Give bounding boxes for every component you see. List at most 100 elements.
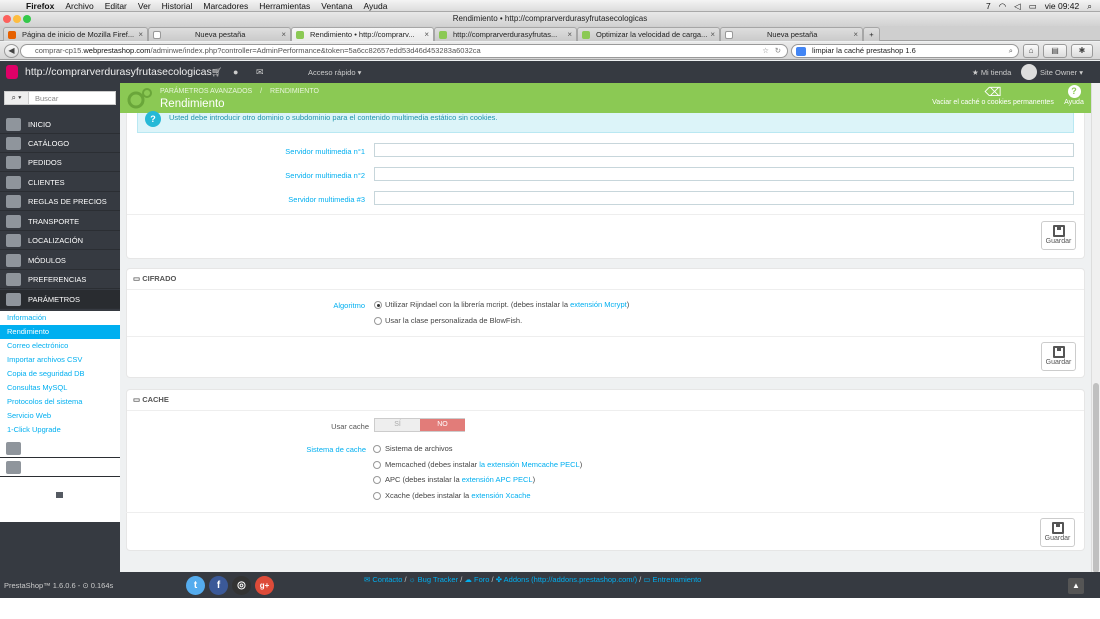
google-icon[interactable] <box>796 47 806 56</box>
github-icon[interactable]: ◎ <box>232 576 251 595</box>
volume-icon[interactable]: ◁ <box>1014 1 1021 12</box>
search-input[interactable]: Buscar <box>35 94 58 103</box>
wifi-icon[interactable]: ◠ <box>999 1 1006 12</box>
media-server-3-input[interactable] <box>374 191 1074 205</box>
footer-link-foro[interactable]: Foro <box>474 575 489 584</box>
reload-icon[interactable]: ↻ <box>775 45 781 57</box>
customer-icon[interactable]: ● <box>233 67 238 77</box>
use-cache-no[interactable]: NO <box>420 419 465 431</box>
site-url-link[interactable]: http://comprarverdurasyfrutasecologicas <box>25 66 212 78</box>
use-cache-switch[interactable]: SÍ NO <box>374 418 465 432</box>
save-cache-button[interactable]: Guardar <box>1040 518 1075 547</box>
prestashop-logo-icon[interactable] <box>6 65 18 79</box>
avatar[interactable] <box>1021 64 1037 80</box>
quick-access-dropdown[interactable]: Acceso rápido ▾ <box>308 68 361 77</box>
cache-filesystem-radio[interactable] <box>373 445 381 453</box>
menu-ver[interactable]: Ver <box>138 1 151 11</box>
cache-apc-radio[interactable] <box>373 476 381 484</box>
my-store-link[interactable]: ★ Mi tienda <box>972 68 1011 77</box>
sidebar-item-transporte[interactable]: TRANSPORTE <box>0 212 120 231</box>
sidebar-item-inicio[interactable]: INICIO <box>0 115 120 134</box>
apc-extension-link[interactable]: extensión APC PECL <box>462 475 533 484</box>
breadcrumb-parametros[interactable]: PARÁMETROS AVANZADOS <box>160 88 252 95</box>
url-bar[interactable]: comprar-cp15.webprestashop.com/adminwe/i… <box>20 44 788 58</box>
search-icon[interactable]: ⌕ <box>1009 45 1013 57</box>
sidebar-item-estadisticas[interactable]: ESTADÍSTICAS <box>0 458 120 477</box>
algorithm-blowfish-radio[interactable] <box>374 317 382 325</box>
close-tab-icon[interactable]: × <box>281 28 286 41</box>
owner-dropdown[interactable]: Site Owner ▾ <box>1040 68 1083 77</box>
menu-historial[interactable]: Historial <box>162 1 193 11</box>
mcrypt-extension-link[interactable]: extensión Mcrypt <box>570 300 627 309</box>
home-button[interactable]: ⌂ <box>1023 44 1039 58</box>
save-cipher-button[interactable]: Guardar <box>1041 342 1076 371</box>
cart-icon[interactable]: 🛒︎ <box>211 67 222 78</box>
sidebar-item-preferencias[interactable]: PREFERENCIAS <box>0 270 120 289</box>
menu-ventana[interactable]: Ventana <box>321 1 352 11</box>
sidebar-item-pedidos[interactable]: PEDIDOS <box>0 153 120 172</box>
twitter-icon[interactable]: t <box>186 576 205 595</box>
scrollbar-thumb[interactable] <box>1093 383 1099 573</box>
addons-button[interactable]: ✱ <box>1071 44 1093 58</box>
submenu-importar-csv[interactable]: Importar archivos CSV <box>0 353 120 367</box>
close-window-icon[interactable] <box>3 15 11 23</box>
footer-link-addons[interactable]: Addons (http://addons.prestashop.com/) <box>504 575 637 584</box>
zoom-window-icon[interactable] <box>23 15 31 23</box>
media-server-2-input[interactable] <box>374 167 1074 181</box>
scroll-to-top-button[interactable]: ▲ <box>1068 578 1084 594</box>
tab-new-2[interactable]: Nueva pestaña × <box>720 27 863 41</box>
tab-rendimiento[interactable]: Rendimiento • http://comprarv... × <box>291 27 434 41</box>
sidebar-item-clientes[interactable]: CLIENTES <box>0 173 120 192</box>
tab-optimizar[interactable]: Optimizar la velocidad de carga... × <box>577 27 720 41</box>
xcache-extension-link[interactable]: extensión Xcache <box>471 491 530 500</box>
media-server-1-input[interactable] <box>374 143 1074 157</box>
algorithm-rijndael-radio[interactable] <box>374 301 382 309</box>
save-media-button[interactable]: Guardar <box>1041 221 1076 250</box>
page-scrollbar[interactable] <box>1091 83 1100 573</box>
submenu-1click-upgrade[interactable]: 1-Click Upgrade <box>0 423 120 437</box>
submenu-rendimiento[interactable]: Rendimiento <box>0 325 120 339</box>
footer-link-contacto[interactable]: Contacto <box>372 575 402 584</box>
collapse-sidebar-icon[interactable] <box>56 492 63 498</box>
clear-cache-button[interactable]: ⌫ Vaciar el caché o cookies permanentes <box>928 85 1058 106</box>
menu-ayuda[interactable]: Ayuda <box>364 1 388 11</box>
sidebar-item-localizacion[interactable]: LOCALIZACIÓN <box>0 231 120 250</box>
sidebar-item-administracion[interactable]: ADMINISTRACIÓN <box>0 439 120 458</box>
submenu-protocolos[interactable]: Protocolos del sistema <box>0 395 120 409</box>
cache-memcached-radio[interactable] <box>373 461 381 469</box>
sidebar-item-parametros-avanzados[interactable]: PARÁMETROS AVANZADOS <box>0 290 120 323</box>
submenu-correo[interactable]: Correo electrónico <box>0 339 120 353</box>
submenu-consultas-mysql[interactable]: Consultas MySQL <box>0 381 120 395</box>
sidebar-item-reglas-precios[interactable]: REGLAS DE PRECIOS <box>0 192 120 211</box>
sidebar-item-modulos[interactable]: MÓDULOS <box>0 251 120 270</box>
tab-site[interactable]: http://comprarverdurasyfrutas... × <box>434 27 577 41</box>
menu-marcadores[interactable]: Marcadores <box>203 1 248 11</box>
submenu-informacion[interactable]: Información <box>0 311 120 325</box>
cache-xcache-radio[interactable] <box>373 492 381 500</box>
new-tab-button[interactable]: + <box>863 27 880 41</box>
facebook-icon[interactable]: f <box>209 576 228 595</box>
submenu-copia-db[interactable]: Copia de seguridad DB <box>0 367 120 381</box>
close-tab-icon[interactable]: × <box>567 28 572 41</box>
submenu-servicio-web[interactable]: Servicio Web <box>0 409 120 423</box>
battery-icon[interactable]: ▭ <box>1029 1 1037 12</box>
help-button[interactable]: ? Ayuda <box>1062 85 1086 106</box>
bookmark-star-icon[interactable]: ☆ <box>762 45 769 57</box>
sidebar-item-catalogo[interactable]: CATÁLOGO <box>0 134 120 153</box>
close-tab-icon[interactable]: × <box>138 28 143 41</box>
search-bar[interactable]: limpiar la caché prestashop 1.6 ⌕ <box>791 44 1019 58</box>
menu-herramientas[interactable]: Herramientas <box>259 1 310 11</box>
minimize-window-icon[interactable] <box>13 15 21 23</box>
tab-new-1[interactable]: Nueva pestaña × <box>148 27 291 41</box>
battery-label[interactable]: 7 <box>986 1 991 11</box>
menu-editar[interactable]: Editar <box>105 1 127 11</box>
tab-mozilla-home[interactable]: Página de inicio de Mozilla Firef... × <box>3 27 148 41</box>
footer-link-bug-tracker[interactable]: Bug Tracker <box>418 575 458 584</box>
menu-archivo[interactable]: Archivo <box>65 1 93 11</box>
close-tab-icon[interactable]: × <box>424 28 429 41</box>
back-button[interactable]: ◀ <box>4 44 19 58</box>
clock[interactable]: vie 09:42 <box>1045 1 1080 11</box>
close-tab-icon[interactable]: × <box>710 28 715 41</box>
search-scope-button[interactable]: ⌕ ▾ <box>5 92 29 104</box>
memcache-extension-link[interactable]: la extensión Memcache PECL <box>479 460 579 469</box>
